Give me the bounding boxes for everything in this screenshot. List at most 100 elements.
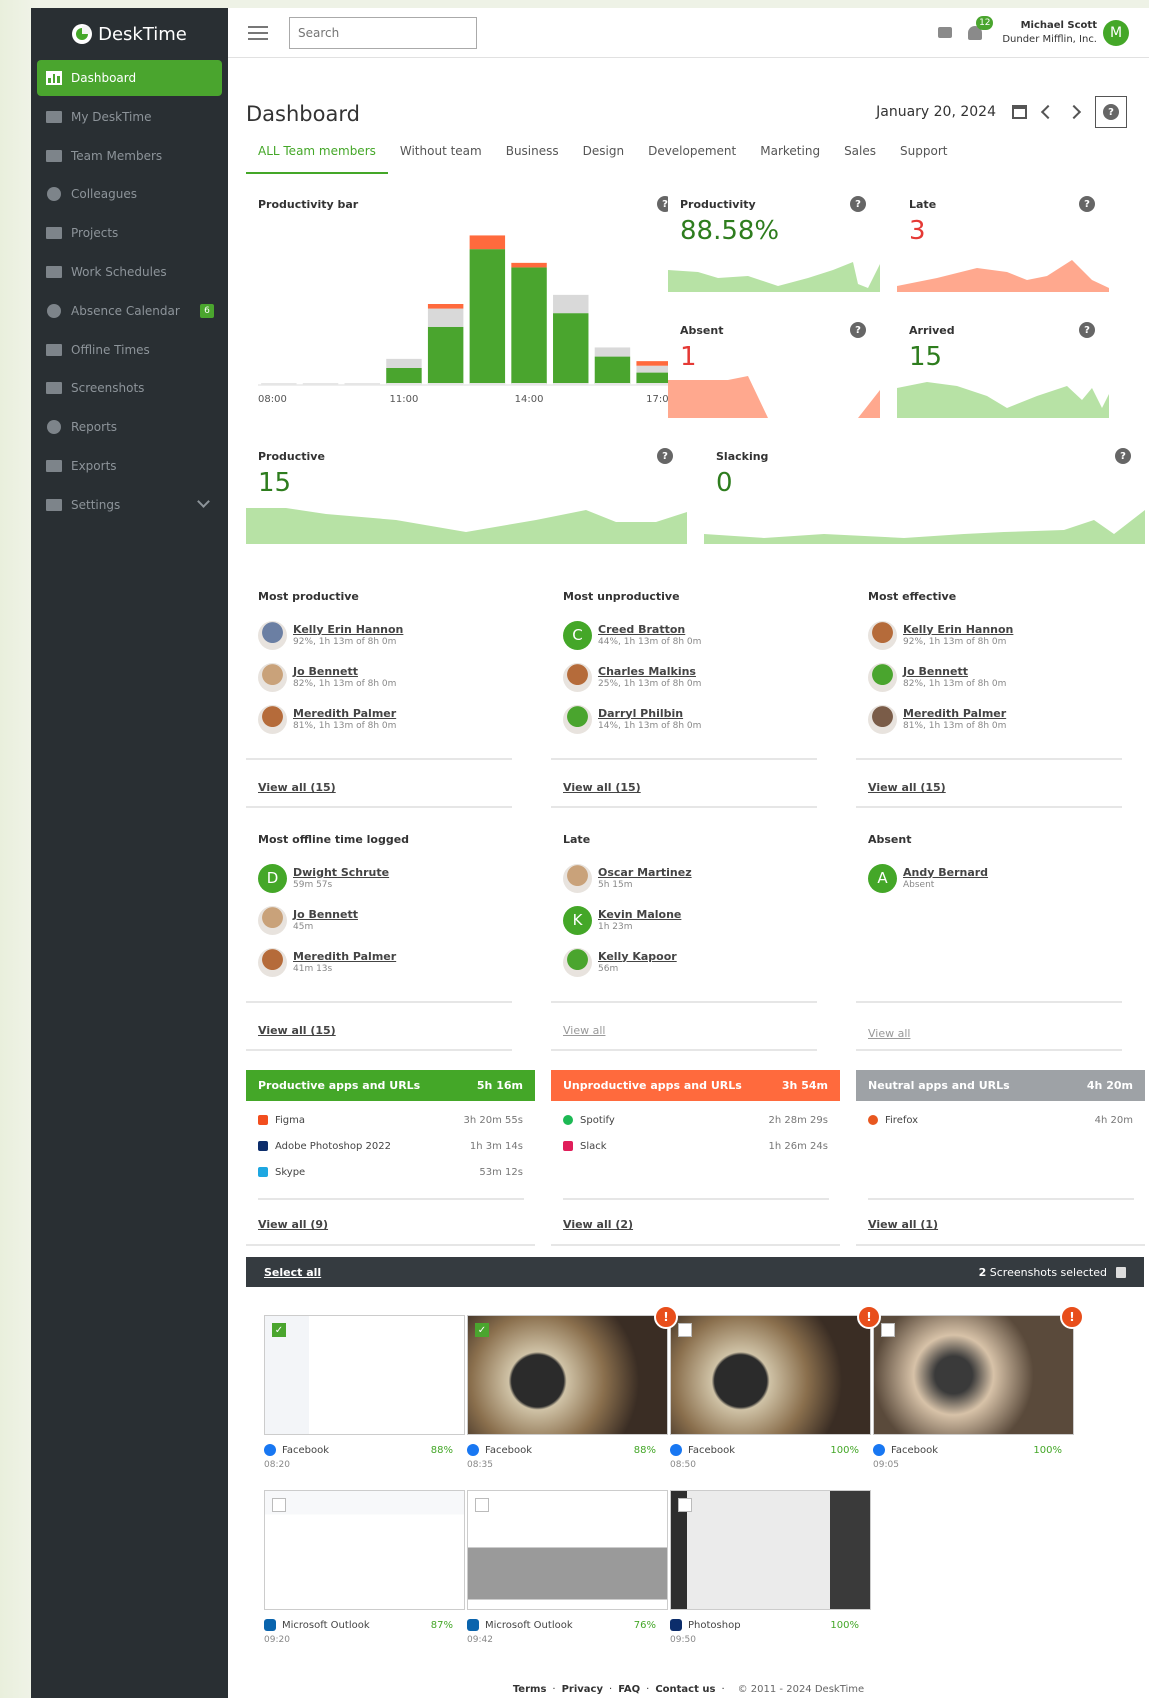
screenshot-thumbnail[interactable]: ✓	[467, 1315, 668, 1435]
avatar[interactable]: C	[563, 620, 592, 650]
view-all-link[interactable]: View all (15)	[258, 1024, 336, 1037]
avatar[interactable]: M	[1103, 19, 1129, 46]
list-item[interactable]: Meredith Palmer 81%, 1h 13m of 8h 0m	[258, 703, 536, 735]
sidebar-item-absence-calendar[interactable]: Absence Calendar 6	[37, 293, 222, 329]
person-name[interactable]: Darryl Philbin	[598, 707, 701, 721]
logo[interactable]: DeskTime	[31, 8, 228, 60]
avatar[interactable]	[258, 662, 287, 692]
warning-icon[interactable]: !	[654, 1305, 678, 1329]
bar-14:00-s2[interactable]	[511, 262, 547, 268]
bell-icon[interactable]: 12	[968, 15, 994, 40]
bar-11:00-s1[interactable]	[386, 358, 422, 368]
sidebar-item-reports[interactable]: Reports	[37, 409, 222, 445]
calendar-icon[interactable]	[1012, 105, 1027, 119]
sidebar-item-settings[interactable]: Settings	[37, 487, 222, 523]
tab-business[interactable]: Business	[494, 144, 571, 174]
person-name[interactable]: Andy Bernard	[903, 866, 988, 880]
bar-11:00-s0[interactable]	[386, 368, 422, 384]
person-name[interactable]: Meredith Palmer	[293, 950, 396, 964]
list-item[interactable]: Meredith Palmer 41m 13s	[258, 946, 536, 978]
avatar[interactable]	[868, 662, 897, 692]
sidebar-item-dashboard[interactable]: Dashboard	[37, 60, 222, 96]
avatar[interactable]: A	[868, 863, 897, 893]
list-item[interactable]: K Kevin Malone 1h 23m	[563, 904, 841, 936]
screenshot-card[interactable]: Microsoft Outlook 87% 09:20	[264, 1490, 465, 1645]
sidebar-item-exports[interactable]: Exports	[37, 448, 222, 484]
list-item[interactable]: Darryl Philbin 14%, 1h 13m of 8h 0m	[563, 703, 841, 735]
chat-icon[interactable]	[938, 27, 953, 38]
sidebar-item-screenshots[interactable]: Screenshots	[37, 370, 222, 406]
search-input[interactable]	[289, 16, 477, 49]
list-item[interactable]: D Dwight Schrute 59m 57s	[258, 862, 536, 894]
help-icon[interactable]: ?	[1079, 322, 1095, 338]
sidebar-item-work-schedules[interactable]: Work Schedules	[37, 254, 222, 290]
screenshot-card[interactable]: ! Facebook 100% 09:05	[873, 1305, 1084, 1470]
screenshot-thumbnail[interactable]	[670, 1315, 871, 1435]
view-all-link[interactable]: View all (9)	[258, 1218, 328, 1231]
avatar[interactable]	[868, 620, 897, 650]
avatar[interactable]	[563, 704, 592, 734]
bar-14:00-s0[interactable]	[511, 267, 547, 384]
view-all-link[interactable]: View all (15)	[258, 781, 336, 794]
bar-17:00-s2[interactable]	[636, 361, 672, 366]
list-item[interactable]: Kelly Kapoor 56m	[563, 946, 841, 978]
select-all-link[interactable]: Select all	[264, 1266, 321, 1279]
sidebar-item-colleagues[interactable]: Colleagues	[37, 176, 222, 212]
tab-all-team-members[interactable]: ALL Team members	[246, 144, 388, 174]
screenshot-checkbox[interactable]	[678, 1498, 692, 1512]
screenshot-thumbnail[interactable]	[873, 1315, 1074, 1435]
list-item[interactable]: C Creed Bratton 44%, 1h 13m of 8h 0m	[563, 619, 841, 651]
person-name[interactable]: Jo Bennett	[903, 665, 1006, 679]
bar-16:00-s0[interactable]	[594, 356, 631, 384]
footer-link[interactable]: Terms	[513, 1684, 547, 1695]
avatar[interactable]	[258, 620, 287, 650]
list-item[interactable]: Kelly Erin Hannon 92%, 1h 13m of 8h 0m	[258, 619, 536, 651]
avatar[interactable]: K	[563, 905, 592, 935]
trash-icon[interactable]	[1116, 1266, 1126, 1278]
person-name[interactable]: Charles Malkins	[598, 665, 701, 679]
help-icon[interactable]: ?	[1115, 448, 1131, 464]
list-item[interactable]: Jo Bennett 82%, 1h 13m of 8h 0m	[868, 661, 1146, 693]
menu-icon[interactable]	[248, 25, 268, 40]
app-row[interactable]: Firefox 4h 20m	[856, 1107, 1145, 1133]
tab-sales[interactable]: Sales	[832, 144, 888, 174]
list-item[interactable]: Kelly Erin Hannon 92%, 1h 13m of 8h 0m	[868, 619, 1146, 651]
view-all-link[interactable]: View all (1)	[868, 1218, 938, 1231]
screenshot-thumbnail[interactable]	[264, 1490, 465, 1610]
person-name[interactable]: Kevin Malone	[598, 908, 681, 922]
person-name[interactable]: Jo Bennett	[293, 665, 396, 679]
bar-15:00-s1[interactable]	[553, 294, 589, 314]
screenshot-card[interactable]: ✓! Facebook 88% 08:35	[467, 1305, 678, 1470]
screenshot-checkbox[interactable]	[881, 1323, 895, 1337]
help-icon[interactable]: ?	[850, 322, 866, 338]
tab-marketing[interactable]: Marketing	[748, 144, 832, 174]
list-item[interactable]: Jo Bennett 82%, 1h 13m of 8h 0m	[258, 661, 536, 693]
footer-link[interactable]: Privacy	[562, 1684, 603, 1695]
app-row[interactable]: Skype 53m 12s	[246, 1159, 535, 1185]
person-name[interactable]: Jo Bennett	[293, 908, 358, 922]
view-all-link[interactable]: View all (15)	[563, 781, 641, 794]
list-item[interactable]: A Andy Bernard Absent	[868, 862, 1146, 894]
sidebar-item-my-desktime[interactable]: My DeskTime	[37, 99, 222, 135]
list-item[interactable]: Meredith Palmer 81%, 1h 13m of 8h 0m	[868, 703, 1146, 735]
warning-icon[interactable]: !	[857, 1305, 881, 1329]
screenshot-thumbnail[interactable]	[670, 1490, 871, 1610]
person-name[interactable]: Creed Bratton	[598, 623, 701, 637]
tab-support[interactable]: Support	[888, 144, 959, 174]
person-name[interactable]: Dwight Schrute	[293, 866, 389, 880]
view-all-link[interactable]: View all	[563, 1024, 605, 1037]
person-name[interactable]: Kelly Erin Hannon	[903, 623, 1013, 637]
app-row[interactable]: Spotify 2h 28m 29s	[551, 1107, 840, 1133]
screenshot-thumbnail[interactable]	[467, 1490, 668, 1610]
bar-17:00-s0[interactable]	[636, 372, 672, 384]
chevron-left-icon[interactable]	[1040, 104, 1056, 120]
tab-developement[interactable]: Developement	[636, 144, 748, 174]
avatar[interactable]: D	[258, 863, 287, 893]
chevron-right-icon[interactable]	[1066, 104, 1082, 120]
bar-12:00-s1[interactable]	[427, 308, 464, 327]
sidebar-item-projects[interactable]: Projects	[37, 215, 222, 251]
sidebar-item-offline-times[interactable]: Offline Times	[37, 332, 222, 368]
list-item[interactable]: Jo Bennett 45m	[258, 904, 536, 936]
screenshot-card[interactable]: Microsoft Outlook 76% 09:42	[467, 1490, 668, 1645]
avatar[interactable]	[563, 947, 592, 977]
